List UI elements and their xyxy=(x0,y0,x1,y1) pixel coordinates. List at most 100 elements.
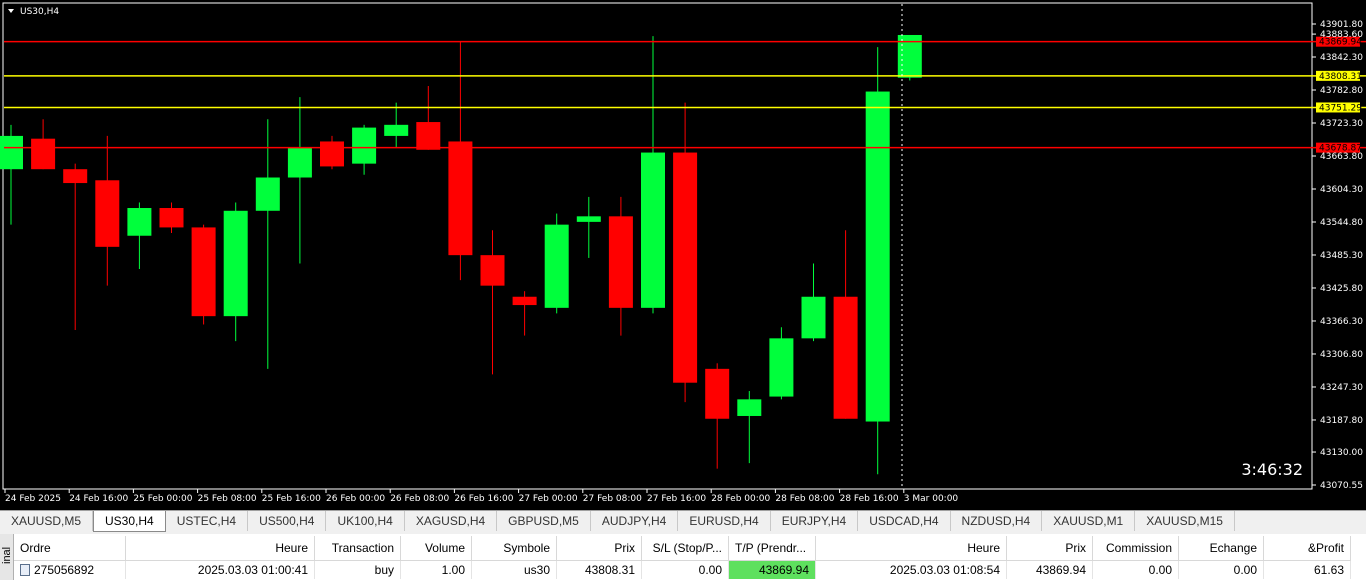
trade-history-table: Ordre Heure Transaction Volume Symbole Prix S/… xyxy=(14,536,1351,579)
column-header[interactable]: T/P (Prendr... xyxy=(728,536,816,561)
table-cell: 0.00 xyxy=(1092,560,1179,579)
candle-body xyxy=(287,147,312,178)
chart-tab[interactable]: XAUUSD,M15 xyxy=(1135,511,1235,531)
cell-value: 61.63 xyxy=(1313,563,1344,577)
cell-value: 43808.31 xyxy=(584,563,635,577)
cell-value: 2025.03.03 01:00:41 xyxy=(197,563,308,577)
price-axis-label: 43187.80 xyxy=(1320,416,1363,426)
price-axis-label: 43247.30 xyxy=(1320,383,1363,393)
time-axis-label: 24 Feb 16:00 xyxy=(69,494,128,504)
table-cell: 2025.03.03 01:08:54 xyxy=(815,560,1007,579)
chart-tab[interactable]: EURJPY,H4 xyxy=(771,511,859,531)
column-header[interactable]: Ordre xyxy=(14,536,126,561)
table-cell: us30 xyxy=(471,560,557,579)
chart-tab[interactable]: US500,H4 xyxy=(248,511,327,531)
column-header[interactable]: Volume xyxy=(400,536,472,561)
column-header[interactable]: Symbole xyxy=(471,536,557,561)
candle-body xyxy=(576,216,601,222)
cell-value: 1.00 xyxy=(441,563,465,577)
column-header[interactable]: Prix xyxy=(1006,536,1093,561)
chart-tab[interactable]: XAUUSD,M1 xyxy=(1042,511,1136,531)
candle-body xyxy=(544,224,569,308)
candle-body xyxy=(512,296,537,306)
bar-countdown-timer: 3:46:32 xyxy=(1241,460,1303,479)
candle-body xyxy=(127,208,152,236)
column-header[interactable]: Echange xyxy=(1178,536,1264,561)
candle-body xyxy=(416,122,441,150)
candle-body xyxy=(159,208,184,228)
candle-body xyxy=(833,296,858,419)
candle-body xyxy=(384,124,409,136)
time-axis-label: 26 Feb 00:00 xyxy=(326,494,385,504)
table-cell: 275056892 xyxy=(14,560,126,579)
candle-body xyxy=(320,141,344,167)
cell-value: us30 xyxy=(523,563,550,577)
candle-body xyxy=(255,177,280,211)
candle-body xyxy=(801,296,826,339)
table-cell: 2025.03.03 01:00:41 xyxy=(125,560,315,579)
time-axis-label: 24 Feb 2025 xyxy=(5,494,61,504)
column-header[interactable]: &Profit xyxy=(1263,536,1351,561)
column-header[interactable]: S/L (Stop/P... xyxy=(641,536,729,561)
price-axis-label: 43425.80 xyxy=(1320,284,1363,294)
time-axis-label: 27 Feb 16:00 xyxy=(647,494,706,504)
price-chart[interactable]: US30,H4 43869.94 43808.31 43751.29 43678.87… xyxy=(0,0,1366,510)
candle-body xyxy=(705,368,730,419)
price-axis-label: 43782.80 xyxy=(1320,86,1363,96)
column-header[interactable]: Prix xyxy=(556,536,642,561)
price-axis-label: 43901.80 xyxy=(1320,20,1363,30)
time-axis-label: 28 Feb 00:00 xyxy=(711,494,770,504)
chart-canvas[interactable]: US30,H4 43869.9443808.3143751.2943678.87… xyxy=(0,0,1366,510)
table-body: 275056892 2025.03.03 01:00:41 buy 1.00 us30 4… xyxy=(14,560,1351,579)
candle-body xyxy=(769,338,794,397)
price-axis-label: 43130.00 xyxy=(1320,448,1363,458)
cell-value: 2025.03.03 01:08:54 xyxy=(889,563,1000,577)
candle-body xyxy=(63,169,88,184)
table-cell: 43869.94 xyxy=(1006,560,1093,579)
price-axis-label: 43604.30 xyxy=(1320,185,1363,195)
time-axis-label: 27 Feb 00:00 xyxy=(519,494,578,504)
table-cell: buy xyxy=(314,560,401,579)
price-level-label: 43808.31 xyxy=(1319,72,1362,82)
chart-menu-arrow-icon xyxy=(8,9,14,13)
chart-tab[interactable]: GBPUSD,M5 xyxy=(497,511,591,531)
chart-title: US30,H4 xyxy=(20,7,59,17)
terminal-side-text: inal xyxy=(1,546,13,564)
chart-tab[interactable]: EURUSD,H4 xyxy=(678,511,771,531)
chart-tab[interactable]: AUDJPY,H4 xyxy=(591,511,679,531)
column-header[interactable]: Heure xyxy=(125,536,315,561)
column-header[interactable]: Transaction xyxy=(314,536,401,561)
candle-body xyxy=(641,152,665,308)
cell-value: 43869.94 xyxy=(758,563,809,577)
chart-tab[interactable]: USDCAD,H4 xyxy=(858,511,951,531)
cell-value: 0.00 xyxy=(698,563,722,577)
table-cell: 1.00 xyxy=(400,560,472,579)
time-axis-label: 26 Feb 16:00 xyxy=(454,494,513,504)
price-axis-label: 43070.55 xyxy=(1320,481,1363,491)
table-cell: 0.00 xyxy=(641,560,729,579)
table-cell: 43808.31 xyxy=(556,560,642,579)
chart-tab[interactable]: XAGUSD,H4 xyxy=(405,511,498,531)
chart-tab[interactable]: XAUUSD,M5 xyxy=(0,511,94,531)
candle-body xyxy=(191,227,216,317)
column-header[interactable]: Heure xyxy=(815,536,1007,561)
table-row[interactable]: 275056892 2025.03.03 01:00:41 buy 1.00 us30 4… xyxy=(14,560,1351,579)
price-axis-label: 43544.80 xyxy=(1320,218,1363,228)
chart-tab[interactable]: UK100,H4 xyxy=(326,511,405,531)
chart-tab[interactable]: US30,H4 xyxy=(93,511,166,532)
time-axis-label: 26 Feb 08:00 xyxy=(390,494,449,504)
price-axis-label: 43723.30 xyxy=(1320,119,1363,129)
order-document-icon xyxy=(20,564,30,576)
cell-value: buy xyxy=(374,563,394,577)
terminal-side-label: inal xyxy=(0,534,14,580)
candle-body xyxy=(673,152,698,383)
candle-body xyxy=(448,141,473,256)
column-header[interactable]: Commission xyxy=(1092,536,1179,561)
chart-tab[interactable]: USTEC,H4 xyxy=(166,511,249,531)
time-axis-label: 25 Feb 00:00 xyxy=(133,494,192,504)
price-level-label: 43751.29 xyxy=(1319,103,1362,113)
table-cell: 0.00 xyxy=(1178,560,1264,579)
chart-tab[interactable]: NZDUSD,H4 xyxy=(951,511,1043,531)
price-axis-label: 43663.80 xyxy=(1320,152,1363,162)
time-axis-label: 3 Mar 00:00 xyxy=(904,494,959,504)
